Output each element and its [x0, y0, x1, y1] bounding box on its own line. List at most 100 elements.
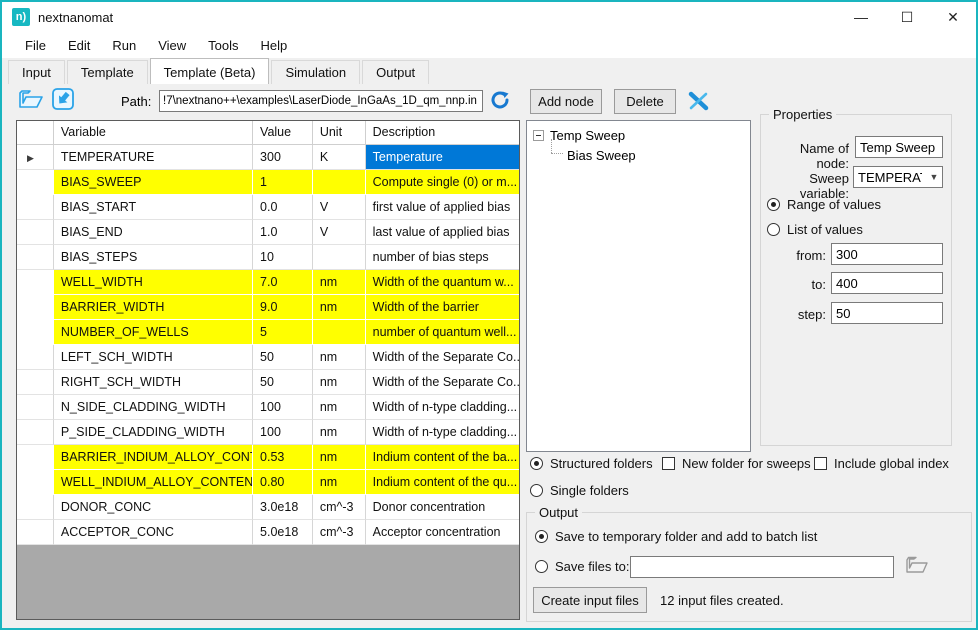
cell-unit[interactable]: nm [313, 270, 366, 295]
row-selector[interactable] [17, 345, 54, 370]
delete-node-button[interactable]: Delete [614, 89, 676, 114]
cell-variable[interactable]: BIAS_SWEEP [54, 170, 253, 195]
row-selector[interactable] [17, 320, 54, 345]
range-of-values-radio[interactable]: Range of values [767, 197, 881, 212]
cell-value[interactable]: 50 [253, 370, 313, 395]
maximize-button[interactable]: ☐ [884, 2, 930, 32]
cell-description[interactable]: Compute single (0) or m... [366, 170, 519, 195]
cell-unit[interactable]: nm [313, 345, 366, 370]
cell-value[interactable]: 0.0 [253, 195, 313, 220]
cell-value[interactable]: 5 [253, 320, 313, 345]
cell-unit[interactable]: nm [313, 420, 366, 445]
tab-simulation[interactable]: Simulation [271, 60, 360, 84]
header-unit[interactable]: Unit [313, 121, 366, 144]
cell-description[interactable]: Width of the barrier [366, 295, 519, 320]
menu-view[interactable]: View [147, 34, 197, 57]
cell-variable[interactable]: BIAS_START [54, 195, 253, 220]
import-template-button[interactable] [48, 87, 78, 115]
clear-tree-button[interactable] [688, 91, 710, 116]
table-row[interactable]: BIAS_END1.0Vlast value of applied bias [17, 220, 519, 245]
tab-template-beta[interactable]: Template (Beta) [150, 58, 270, 84]
table-row[interactable]: ACCEPTOR_CONC5.0e18cm^-3Acceptor concent… [17, 520, 519, 545]
cell-unit[interactable]: cm^-3 [313, 495, 366, 520]
row-selector[interactable] [17, 195, 54, 220]
cell-description[interactable]: Width of the quantum w... [366, 270, 519, 295]
header-description[interactable]: Description [366, 121, 519, 144]
row-selector[interactable]: ▶ [17, 145, 54, 170]
cell-description[interactable]: Width of the Separate Co... [366, 370, 519, 395]
cell-unit[interactable]: nm [313, 370, 366, 395]
cell-value[interactable]: 1 [253, 170, 313, 195]
row-selector[interactable] [17, 220, 54, 245]
cell-description[interactable]: Width of n-type cladding... [366, 395, 519, 420]
cell-description[interactable]: Indium content of the qu... [366, 470, 519, 495]
table-row[interactable]: NUMBER_OF_WELLS5number of quantum well..… [17, 320, 519, 345]
cell-value[interactable]: 7.0 [253, 270, 313, 295]
new-folder-checkbox[interactable]: New folder for sweeps [662, 456, 811, 471]
cell-variable[interactable]: LEFT_SCH_WIDTH [54, 345, 253, 370]
cell-value[interactable]: 10 [253, 245, 313, 270]
row-selector[interactable] [17, 470, 54, 495]
row-selector[interactable] [17, 395, 54, 420]
tree-node-root[interactable]: Temp Sweep [533, 125, 750, 145]
cell-variable[interactable]: WELL_INDIUM_ALLOY_CONTENT [54, 470, 253, 495]
cell-value[interactable]: 100 [253, 395, 313, 420]
table-row[interactable]: P_SIDE_CLADDING_WIDTH100nmWidth of n-typ… [17, 420, 519, 445]
save-temp-radio[interactable]: Save to temporary folder and add to batc… [535, 529, 817, 544]
cell-variable[interactable]: WELL_WIDTH [54, 270, 253, 295]
tab-input[interactable]: Input [8, 60, 65, 84]
cell-variable[interactable]: P_SIDE_CLADDING_WIDTH [54, 420, 253, 445]
from-input[interactable] [831, 243, 943, 265]
close-button[interactable]: ✕ [930, 2, 976, 32]
cell-unit[interactable]: V [313, 220, 366, 245]
add-node-button[interactable]: Add node [530, 89, 602, 114]
cell-description[interactable]: first value of applied bias [366, 195, 519, 220]
tab-template[interactable]: Template [67, 60, 148, 84]
tree-node-child[interactable]: Bias Sweep [567, 145, 750, 165]
structured-folders-radio[interactable]: Structured folders [530, 456, 653, 471]
table-row[interactable]: ▶TEMPERATURE300KTemperature [17, 145, 519, 170]
menu-edit[interactable]: Edit [57, 34, 101, 57]
cell-value[interactable]: 5.0e18 [253, 520, 313, 545]
row-selector[interactable] [17, 420, 54, 445]
table-row[interactable]: BIAS_SWEEP1 Compute single (0) or m... [17, 170, 519, 195]
cell-value[interactable]: 300 [253, 145, 313, 170]
cell-variable[interactable]: TEMPERATURE [54, 145, 253, 170]
cell-variable[interactable]: DONOR_CONC [54, 495, 253, 520]
cell-variable[interactable]: BIAS_STEPS [54, 245, 253, 270]
table-row[interactable]: N_SIDE_CLADDING_WIDTH100nmWidth of n-typ… [17, 395, 519, 420]
row-selector[interactable] [17, 170, 54, 195]
table-row[interactable]: BIAS_START0.0Vfirst value of applied bia… [17, 195, 519, 220]
minimize-button[interactable]: — [838, 2, 884, 32]
header-variable[interactable]: Variable [54, 121, 253, 144]
save-path-input[interactable] [630, 556, 894, 578]
row-selector[interactable] [17, 370, 54, 395]
cell-unit[interactable] [313, 170, 366, 195]
row-selector[interactable] [17, 245, 54, 270]
cell-description[interactable]: Donor concentration [366, 495, 519, 520]
cell-unit[interactable] [313, 245, 366, 270]
cell-description[interactable]: Width of the Separate Co... [366, 345, 519, 370]
row-selector[interactable] [17, 270, 54, 295]
cell-value[interactable]: 100 [253, 420, 313, 445]
menu-run[interactable]: Run [101, 34, 147, 57]
save-files-to-radio[interactable]: Save files to: [535, 559, 629, 574]
cell-unit[interactable]: nm [313, 470, 366, 495]
table-row[interactable]: BARRIER_WIDTH9.0nmWidth of the barrier [17, 295, 519, 320]
single-folders-radio[interactable]: Single folders [530, 483, 629, 498]
row-selector[interactable] [17, 445, 54, 470]
cell-variable[interactable]: BIAS_END [54, 220, 253, 245]
cell-variable[interactable]: RIGHT_SCH_WIDTH [54, 370, 253, 395]
to-input[interactable] [831, 272, 943, 294]
cell-value[interactable]: 9.0 [253, 295, 313, 320]
cell-description[interactable]: number of bias steps [366, 245, 519, 270]
cell-variable[interactable]: BARRIER_WIDTH [54, 295, 253, 320]
cell-variable[interactable]: BARRIER_INDIUM_ALLOY_CONTENT [54, 445, 253, 470]
step-input[interactable] [831, 302, 943, 324]
tree-collapse-icon[interactable] [533, 130, 544, 141]
cell-unit[interactable]: nm [313, 295, 366, 320]
menu-help[interactable]: Help [250, 34, 299, 57]
create-input-files-button[interactable]: Create input files [533, 587, 647, 613]
cell-variable[interactable]: NUMBER_OF_WELLS [54, 320, 253, 345]
tab-output[interactable]: Output [362, 60, 429, 84]
